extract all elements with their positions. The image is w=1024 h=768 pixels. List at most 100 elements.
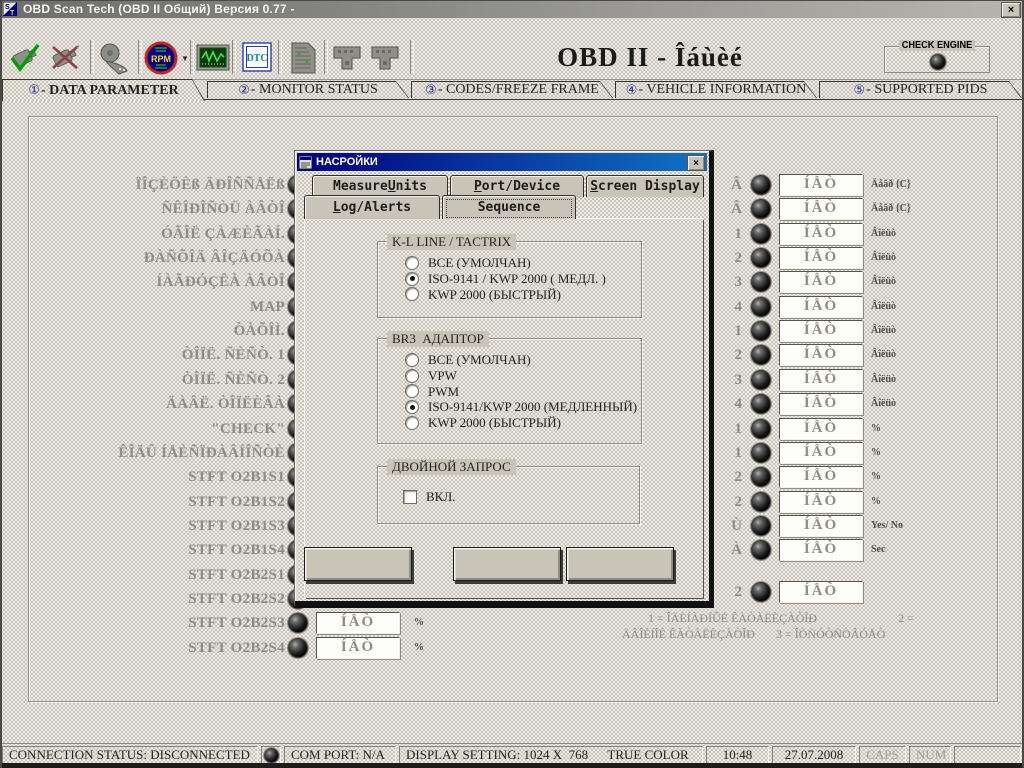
- dialog-tab[interactable]: Port/Device: [450, 175, 584, 197]
- unit-label: %: [414, 636, 424, 660]
- window-border: [0, 763, 1024, 768]
- radio-option[interactable]: ВСЕ (УМОЛЧАН): [405, 352, 637, 368]
- unit-label: Âîëüò: [871, 222, 896, 246]
- graph-button[interactable]: [194, 39, 232, 77]
- radio-option[interactable]: ВСЕ (УМОЛЧАН): [405, 255, 637, 271]
- plug-b-button[interactable]: [366, 39, 404, 77]
- value-field: ÍÅÒ: [779, 247, 863, 269]
- check-engine-led: [930, 54, 946, 70]
- app-icon: S T: [3, 2, 17, 16]
- radio-label: ISO-9141 / KWP 2000 ( МЕДЛ. ): [428, 271, 606, 287]
- tab-label: - CODES/FREEZE FRAME: [438, 82, 599, 98]
- dialog-close-button[interactable]: ×: [687, 155, 705, 171]
- radio-option[interactable]: VPW: [405, 368, 637, 384]
- svg-text:T: T: [10, 10, 15, 16]
- rpm-gauge-icon: RPM: [143, 40, 179, 76]
- parameter-led: [751, 370, 771, 390]
- radio-option[interactable]: KWP 2000 (БЫСТРЫЙ): [405, 415, 637, 431]
- dialog-tab[interactable]: Log/Alerts: [304, 195, 440, 219]
- parameter-led: [751, 419, 771, 439]
- radio-option[interactable]: ISO-9141 / KWP 2000 ( МЕДЛ. ): [405, 271, 637, 287]
- main-tab[interactable]: ③ - CODES/FREEZE FRAME: [411, 81, 613, 98]
- radio-option[interactable]: KWP 2000 (БЫСТРЫЙ): [405, 287, 637, 303]
- memory-button[interactable]: [284, 39, 322, 77]
- sequence-tab-panel: K-L LINE / TACTRIX ВСЕ (УМОЛЧАН) ISO-914…: [304, 218, 704, 599]
- disconnect-button[interactable]: [46, 39, 84, 77]
- toolbar-separator: [232, 40, 236, 74]
- num-indicator: NUM: [909, 746, 951, 764]
- tab-hotkey: S: [590, 179, 598, 194]
- main-tab[interactable]: ② - MONITOR STATUS: [207, 81, 409, 98]
- toolbar-separator: [410, 40, 414, 74]
- parameter-led: [751, 224, 771, 244]
- window-border: [0, 0, 2, 768]
- unit-label: Âîëüò: [871, 343, 896, 367]
- rpm-dropdown-icon[interactable]: ▼: [181, 54, 189, 63]
- value-field: ÍÅÒ: [779, 466, 863, 488]
- film-log-icon: [97, 40, 133, 76]
- window-title: OBD Scan Tech (OBD II Общий) Версия 0.77…: [23, 2, 295, 16]
- check-engine-panel: CHECK ENGINE: [884, 46, 990, 73]
- group-title: ДВОЙНОЙ ЗАПРОС: [387, 459, 516, 475]
- main-tab[interactable]: ④ - VEHICLE INFORMATION: [615, 81, 817, 98]
- tab-number-icon: ②: [238, 83, 250, 98]
- checkbox-icon: [403, 490, 417, 504]
- dialog-tab[interactable]: Sequence: [442, 195, 576, 219]
- tab-label: - VEHICLE INFORMATION: [638, 82, 806, 98]
- dtc-button[interactable]: DTC: [238, 39, 276, 77]
- radio-icon: [405, 272, 419, 286]
- log-button[interactable]: [96, 39, 134, 77]
- radio-icon: [405, 400, 419, 414]
- value-field: ÍÅÒ: [779, 369, 863, 391]
- value-field: ÍÅÒ: [779, 271, 863, 293]
- radio-option[interactable]: ISO-9141/KWP 2000 (МЕДЛЕННЫЙ): [405, 399, 637, 415]
- dialog-button[interactable]: [453, 547, 561, 581]
- radio-option[interactable]: PWM: [405, 384, 637, 400]
- value-field: ÍÅÒ: [779, 442, 863, 464]
- app-window: S T OBD Scan Tech (OBD II Общий) Версия …: [0, 0, 1024, 768]
- parameter-led: [288, 613, 308, 633]
- unit-label: %: [871, 465, 881, 489]
- value-field: ÍÅÒ: [779, 320, 863, 342]
- value-field: ÍÅÒ: [779, 539, 863, 561]
- connect-button[interactable]: [6, 39, 44, 77]
- radio-label: ISO-9141/KWP 2000 (МЕДЛЕННЫЙ): [428, 399, 637, 415]
- value-field: ÍÅÒ: [779, 296, 863, 318]
- dialog-tab[interactable]: Measure Units: [312, 175, 448, 197]
- parameter-led: [751, 516, 771, 536]
- plug-a-button[interactable]: [328, 39, 366, 77]
- dialog-button[interactable]: [304, 547, 412, 581]
- unit-label: %: [414, 611, 424, 635]
- tab-label: - SUPPORTED PIDS: [866, 82, 987, 98]
- tab-label: creen Display: [598, 179, 700, 194]
- tab-number-icon: ③: [425, 83, 437, 98]
- connect-icon: [7, 40, 43, 76]
- footnote-line-1: 1 = ÎÄÈÍÀÐÍÛÉ ÊÀÒÀËÈÇÀÒÎÐ 2 =: [648, 611, 914, 626]
- unit-label: %: [871, 490, 881, 514]
- window-border: [0, 0, 1024, 1]
- window-close-button[interactable]: ×: [1001, 2, 1021, 18]
- tab-label: Sequence: [478, 200, 541, 215]
- dialog-tab[interactable]: Screen Display: [586, 175, 704, 197]
- radio-label: KWP 2000 (БЫСТРЫЙ): [428, 287, 561, 303]
- tab-number-icon: ①: [28, 83, 40, 98]
- dialog-titlebar: НАСРОЙКИ ×: [297, 153, 707, 171]
- parameter-led: [751, 540, 771, 560]
- dialog-button[interactable]: [566, 547, 674, 581]
- display-setting-status: DISPLAY SETTING: 1024 X 768 TRUE COLOR: [399, 746, 703, 764]
- parameter-led: [751, 297, 771, 317]
- parameter-led: [751, 443, 771, 463]
- main-tab[interactable]: ① - DATA PARAMETER: [2, 79, 205, 101]
- main-tab[interactable]: ⑤ - SUPPORTED PIDS: [819, 81, 1022, 98]
- parameter-led: [751, 492, 771, 512]
- tab-hotkey: P: [474, 179, 482, 194]
- rpm-gauge-button[interactable]: RPM: [142, 39, 180, 77]
- tab-label: nits: [396, 179, 427, 194]
- statusbar-spare: [954, 746, 1021, 764]
- checkbox-option[interactable]: ВКЛ.: [403, 489, 455, 505]
- br3-adapter-group: BR3 АДАПТОР ВСЕ (УМОЛЧАН) VPW PWM: [377, 338, 642, 444]
- memory-card-icon: [285, 40, 321, 76]
- radio-label: KWP 2000 (БЫСТРЫЙ): [428, 415, 561, 431]
- unit-label: Âîëüò: [871, 392, 896, 416]
- obd-plug-a-icon: [329, 40, 365, 76]
